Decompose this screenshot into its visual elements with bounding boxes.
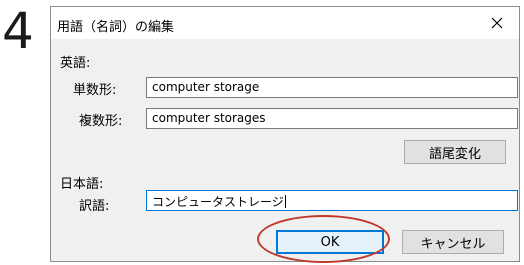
dialog-titlebar: 用語（名詞）の編集 [51, 7, 519, 39]
ok-button[interactable]: OK [276, 230, 384, 254]
singular-label: 単数形: [73, 83, 117, 98]
close-button[interactable] [475, 7, 519, 39]
japanese-section-label: 日本語: [60, 177, 104, 192]
text-caret [284, 195, 286, 208]
english-section-label: 英語: [60, 56, 91, 71]
translation-value: コンピュータストレージ [152, 195, 284, 209]
edit-term-dialog: 用語（名詞）の編集 英語: 単数形: computer storage 複数形:… [50, 6, 520, 262]
translation-label: 訳語: [79, 199, 110, 214]
cancel-button[interactable]: キャンセル [402, 230, 504, 254]
step-number: 4 [2, 2, 34, 60]
inflection-button[interactable]: 語尾変化 [404, 140, 506, 164]
close-icon [491, 17, 503, 29]
dialog-title: 用語（名詞）の編集 [57, 20, 175, 35]
translation-input[interactable]: コンピュータストレージ [146, 190, 518, 211]
singular-input[interactable]: computer storage [146, 77, 518, 98]
plural-input[interactable]: computer storages [146, 108, 518, 129]
plural-label: 複数形: [79, 114, 123, 129]
